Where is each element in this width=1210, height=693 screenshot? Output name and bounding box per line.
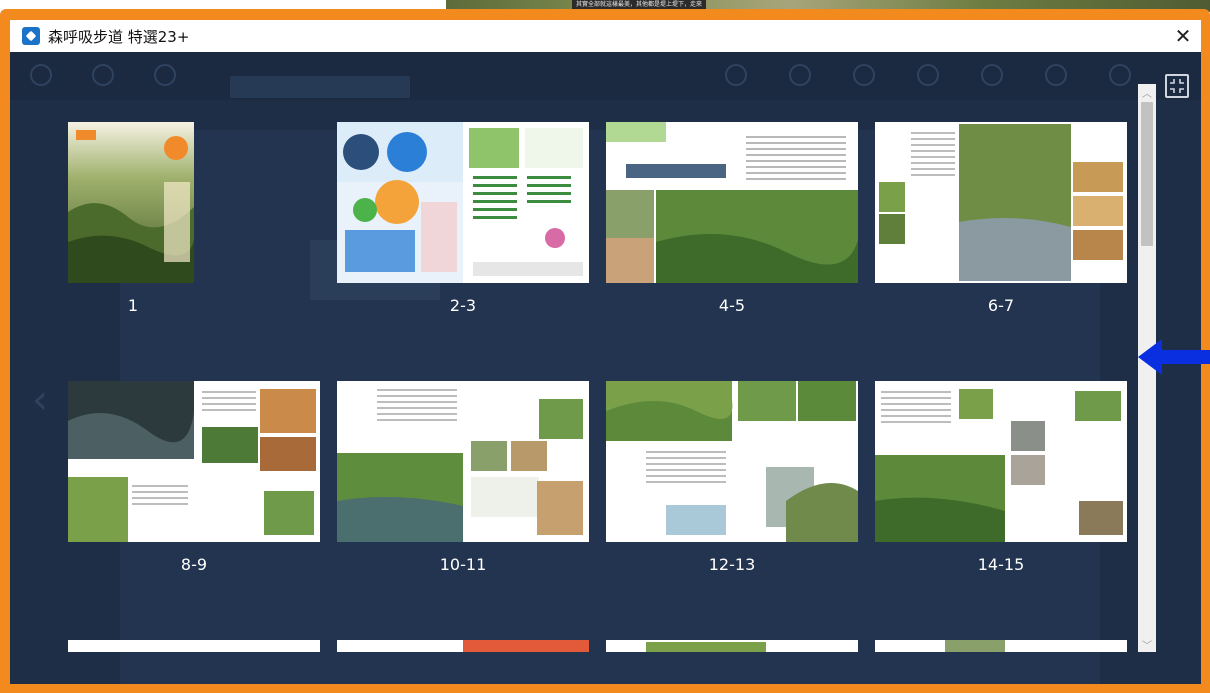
thumbnail-page-16-17[interactable] — [68, 640, 320, 652]
blue-arrow-icon — [1138, 339, 1210, 375]
background-toolbar — [10, 52, 1201, 100]
thumbnail-page-6-7[interactable] — [875, 122, 1127, 283]
thumbnail-page-18-19[interactable] — [337, 640, 589, 652]
chevron-down-icon[interactable]: ﹀ — [1138, 636, 1156, 652]
thumbnail-label: 8-9 — [180, 555, 208, 574]
thumbnail-page-4-5[interactable] — [606, 122, 858, 283]
thumbnail-page-22-23[interactable] — [875, 640, 1127, 652]
chevron-up-icon[interactable]: ︿ — [1138, 84, 1156, 100]
thumbnail-page-1[interactable] — [68, 122, 194, 283]
app-icon — [22, 27, 40, 45]
thumbnail-label: 6-7 — [987, 296, 1015, 315]
thumbnail-label: 12-13 — [708, 555, 756, 574]
window-titlebar: 森呼吸步道 特選23+ ✕ — [10, 20, 1201, 52]
scrollbar-thumb[interactable] — [1141, 102, 1153, 246]
thumbnail-label: 14-15 — [977, 555, 1025, 574]
thumbnail-label: 10-11 — [439, 555, 487, 574]
thumbnail-page-2-3[interactable] — [337, 122, 589, 283]
thumbnail-page-12-13[interactable] — [606, 381, 858, 542]
background-caption: 其實全部就這樣最美，其他都是堤上堤下，走來 — [572, 0, 707, 9]
thumbnail-page-10-11[interactable] — [337, 381, 589, 542]
prev-page-arrow-icon: ‹ — [32, 377, 48, 423]
thumbnail-page-14-15[interactable] — [875, 381, 1127, 542]
exit-fullscreen-icon[interactable] — [1165, 74, 1189, 98]
thumbnail-page-8-9[interactable] — [68, 381, 320, 542]
window-title: 森呼吸步道 特選23+ — [48, 27, 190, 46]
close-button[interactable]: ✕ — [1169, 22, 1197, 50]
thumbnail-label: 1 — [127, 296, 139, 315]
thumbnail-label: 2-3 — [449, 296, 477, 315]
thumbnail-page-20-21[interactable] — [606, 640, 858, 652]
thumbnail-label: 4-5 — [718, 296, 746, 315]
close-icon: ✕ — [1174, 24, 1192, 48]
thumbnail-window: ‹ 森呼吸步道 特選23+ ✕ 1 2-3 4-5 6-7 8-9 10-11 … — [10, 20, 1201, 684]
